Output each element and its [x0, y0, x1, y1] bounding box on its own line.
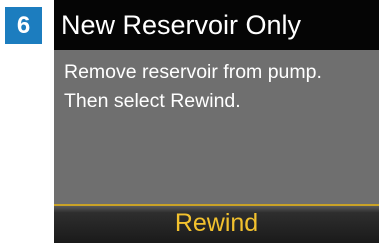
instruction-line-2: Then select Rewind. — [64, 90, 241, 112]
screen-title: New Reservoir Only — [61, 10, 302, 40]
pump-screen: New Reservoir Only Remove reservoir from… — [54, 0, 379, 243]
instruction-message: Remove reservoir from pump. Then select … — [64, 58, 376, 116]
title-bar: New Reservoir Only — [54, 0, 379, 50]
rewind-button-label: Rewind — [174, 209, 259, 237]
step-number-badge: 6 — [5, 7, 42, 44]
rewind-button[interactable]: Rewind — [54, 204, 379, 243]
instruction-line-1: Remove reservoir from pump. — [64, 61, 322, 83]
